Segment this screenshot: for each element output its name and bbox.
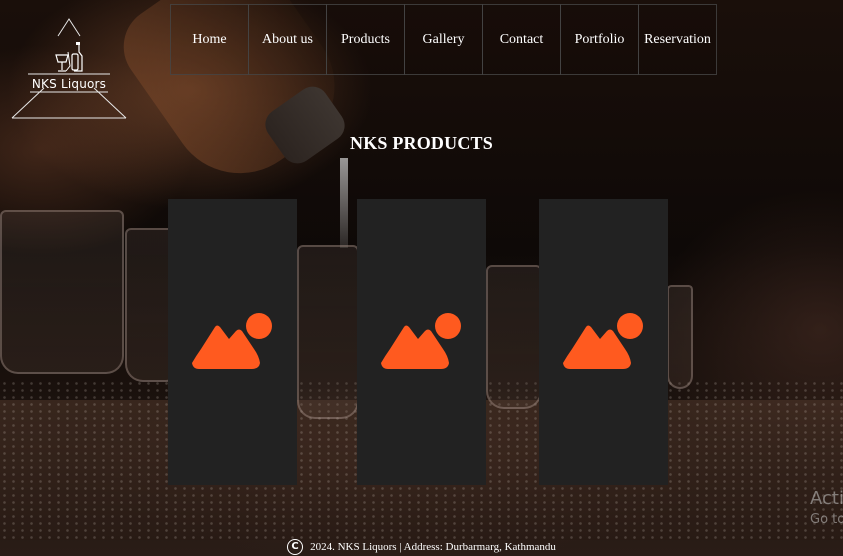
watermark-line-2: Go to: [810, 512, 843, 527]
nav-item-about-us[interactable]: About us: [248, 4, 327, 75]
site-logo[interactable]: NKS Liquors: [10, 18, 128, 120]
activation-watermark: Acti Go to: [810, 488, 843, 530]
logo-text: NKS Liquors: [31, 77, 107, 91]
nav-item-portfolio[interactable]: Portfolio: [560, 4, 639, 75]
nav-item-products[interactable]: Products: [326, 4, 405, 75]
shot-glass: [297, 245, 359, 419]
products-heading: NKS PRODUCTS: [350, 133, 493, 153]
pour-stream: [340, 158, 348, 248]
watermark-line-1: Acti: [810, 488, 843, 509]
nav-item-home[interactable]: Home: [170, 4, 249, 75]
logo-emblem-icon: [11, 18, 127, 119]
footer-text: 2024. NKS Liquors | Address: Durbarmarg,…: [310, 540, 556, 553]
shot-glass: [486, 265, 542, 409]
image-placeholder-icon: [563, 313, 643, 369]
nav-item-gallery[interactable]: Gallery: [404, 4, 483, 75]
nav-item-contact[interactable]: Contact: [482, 4, 561, 75]
main-nav: Home About us Products Gallery Contact P…: [170, 4, 717, 75]
image-placeholder-icon: [381, 313, 461, 369]
product-card[interactable]: [539, 199, 668, 485]
shot-glass: [667, 285, 693, 389]
footer: C 2024. NKS Liquors | Address: Durbarmar…: [0, 537, 843, 556]
product-card[interactable]: [357, 199, 486, 485]
shot-glass: [0, 210, 124, 374]
product-card[interactable]: [168, 199, 297, 485]
image-placeholder-icon: [192, 313, 272, 369]
nav-item-reservation[interactable]: Reservation: [638, 4, 717, 75]
copyright-icon: C: [287, 538, 304, 555]
